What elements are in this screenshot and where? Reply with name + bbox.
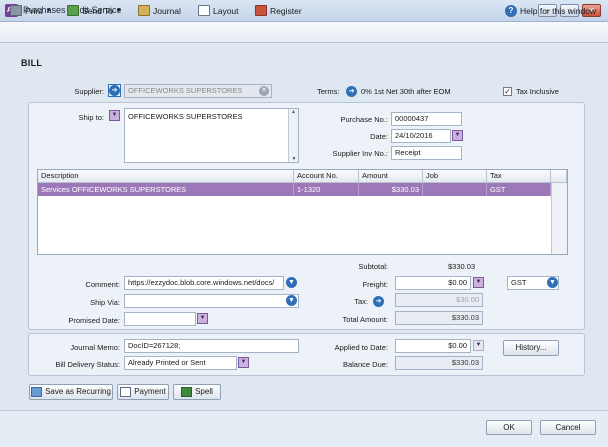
spell-check-icon — [181, 387, 193, 397]
clear-icon[interactable]: ✕ — [259, 86, 269, 96]
promised-calendar-icon[interactable]: ▼ — [197, 313, 208, 324]
cell-account: 1-1320 — [294, 183, 359, 196]
freight-dropdown-icon[interactable]: ▼ — [473, 277, 484, 288]
cell-job — [423, 183, 487, 196]
terms-value: 0% 1st Net 30th after EOM — [361, 87, 451, 96]
help-button[interactable]: ? Help for this window — [505, 4, 596, 17]
section-title: BILL — [21, 58, 43, 68]
ship-via-label: Ship Via: — [90, 298, 120, 307]
supplier-inv-field[interactable]: Receipt — [391, 146, 462, 160]
layout-button[interactable]: Layout — [198, 4, 239, 17]
col-header-account[interactable]: Account No. — [294, 170, 359, 183]
subtotal-label: Subtotal: — [358, 262, 388, 271]
purchase-no-label: Purchase No.: — [340, 115, 388, 124]
journal-panel — [28, 333, 585, 376]
register-button[interactable]: Register — [255, 4, 302, 17]
ship-via-dropdown-icon[interactable]: ▼ — [286, 295, 297, 306]
help-icon: ? — [505, 4, 517, 17]
journal-button[interactable]: Journal — [138, 4, 181, 17]
total-amount-field: $330.03 — [395, 311, 483, 325]
delivery-status-label: Bill Delivery Status: — [55, 360, 120, 369]
journal-memo-field[interactable]: DocID=267128; — [124, 339, 299, 353]
scroll-up-icon[interactable]: ▲ — [289, 109, 298, 115]
terms-details-icon[interactable]: ➔ — [346, 86, 357, 97]
caret-down-icon: ▼ — [116, 7, 122, 14]
promised-date-label: Promised Date: — [68, 316, 120, 325]
terms-label: Terms: — [317, 87, 340, 96]
delivery-status-field[interactable]: Already Printed or Sent — [124, 356, 237, 370]
tax-details-icon[interactable]: ➔ — [373, 296, 384, 307]
delivery-dropdown-icon[interactable]: ▼ — [238, 357, 249, 368]
applied-label: Applied to Date: — [334, 343, 388, 352]
recurring-icon — [31, 387, 43, 397]
spell-button[interactable]: Spell — [173, 384, 221, 400]
balance-due-field: $330.03 — [395, 356, 483, 370]
ship-to-textarea[interactable]: OFFICEWORKS SUPERSTORES ▲ ▼ — [124, 108, 299, 163]
purchase-no-field[interactable]: 00000437 — [391, 112, 462, 126]
journal-icon — [138, 5, 150, 16]
print-button[interactable]: Print ▼ — [10, 4, 51, 17]
col-header-amount[interactable]: Amount — [359, 170, 423, 183]
ship-to-dropdown-icon[interactable]: ▼ — [109, 110, 120, 121]
freight-field[interactable]: $0.00 — [395, 276, 471, 290]
total-amount-label: Total Amount: — [342, 315, 388, 324]
calendar-icon[interactable]: ▼ — [452, 130, 463, 141]
supplier-label: Supplier: — [74, 87, 104, 96]
applied-field: $0.00 — [395, 339, 471, 353]
cell-description: Services OFFICEWORKS SUPERSTORES — [38, 183, 294, 196]
line-items-grid: Description Account No. Amount Job Tax S… — [37, 169, 568, 255]
comment-label: Comment: — [85, 280, 120, 289]
ship-via-field[interactable] — [124, 294, 299, 308]
promised-date-field[interactable] — [124, 312, 196, 326]
supplier-field[interactable]: OFFICEWORKS SUPERSTORES — [124, 84, 272, 98]
col-header-tax[interactable]: Tax — [487, 170, 551, 183]
tax-field: $30.00 — [395, 293, 483, 307]
layout-icon — [198, 5, 210, 16]
journal-memo-label: Journal Memo: — [70, 343, 120, 352]
history-button[interactable]: History... — [503, 340, 559, 356]
caret-down-icon: ▼ — [45, 7, 52, 14]
freight-tax-dropdown-icon[interactable]: ▼ — [547, 277, 558, 288]
cell-tax: GST — [487, 183, 551, 196]
col-header-description[interactable]: Description — [38, 170, 294, 183]
balance-due-label: Balance Due: — [342, 360, 388, 369]
date-label: Date: — [370, 132, 388, 141]
applied-dropdown-icon[interactable]: ▼ — [473, 340, 484, 351]
col-header-spacer — [551, 170, 567, 183]
send-to-button[interactable]: Send To ▼ — [67, 4, 122, 17]
printer-icon — [10, 5, 22, 16]
tax-label: Tax: — [354, 297, 368, 306]
toolbar — [0, 22, 608, 43]
col-header-job[interactable]: Job — [423, 170, 487, 183]
grid-scrollbar[interactable] — [551, 183, 567, 254]
supplier-inv-label: Supplier Inv No.: — [332, 149, 388, 158]
freight-label: Freight: — [362, 280, 388, 289]
comment-dropdown-icon[interactable]: ▼ — [286, 277, 297, 288]
send-icon — [67, 5, 79, 16]
ship-to-label: Ship to: — [78, 113, 104, 122]
scroll-down-icon[interactable]: ▼ — [289, 156, 299, 162]
tax-inclusive-checkbox[interactable]: ✓ — [503, 87, 512, 96]
arrow-right-icon: ➔ — [109, 85, 120, 96]
table-row[interactable]: Services OFFICEWORKS SUPERSTORES 1-1320 … — [38, 183, 567, 196]
register-icon — [255, 5, 267, 16]
subtotal-value: $330.03 — [448, 262, 476, 271]
cell-amount: $330.03 — [359, 183, 423, 196]
supplier-lookup-button[interactable]: ➔ — [108, 84, 121, 97]
payment-button[interactable]: Payment — [117, 384, 169, 400]
ship-to-scrollbar[interactable]: ▲ ▼ — [288, 109, 298, 162]
ok-button[interactable]: OK — [486, 420, 532, 435]
comment-field[interactable]: https://ezzydoc.blob.core.windows.net/do… — [124, 276, 284, 290]
cancel-button[interactable]: Cancel — [540, 420, 596, 435]
tax-inclusive-label: Tax Inclusive — [516, 87, 559, 96]
save-as-recurring-button[interactable]: Save as Recurring — [29, 384, 113, 400]
payment-icon — [120, 387, 132, 397]
date-field[interactable]: 24/10/2016 — [391, 129, 451, 143]
